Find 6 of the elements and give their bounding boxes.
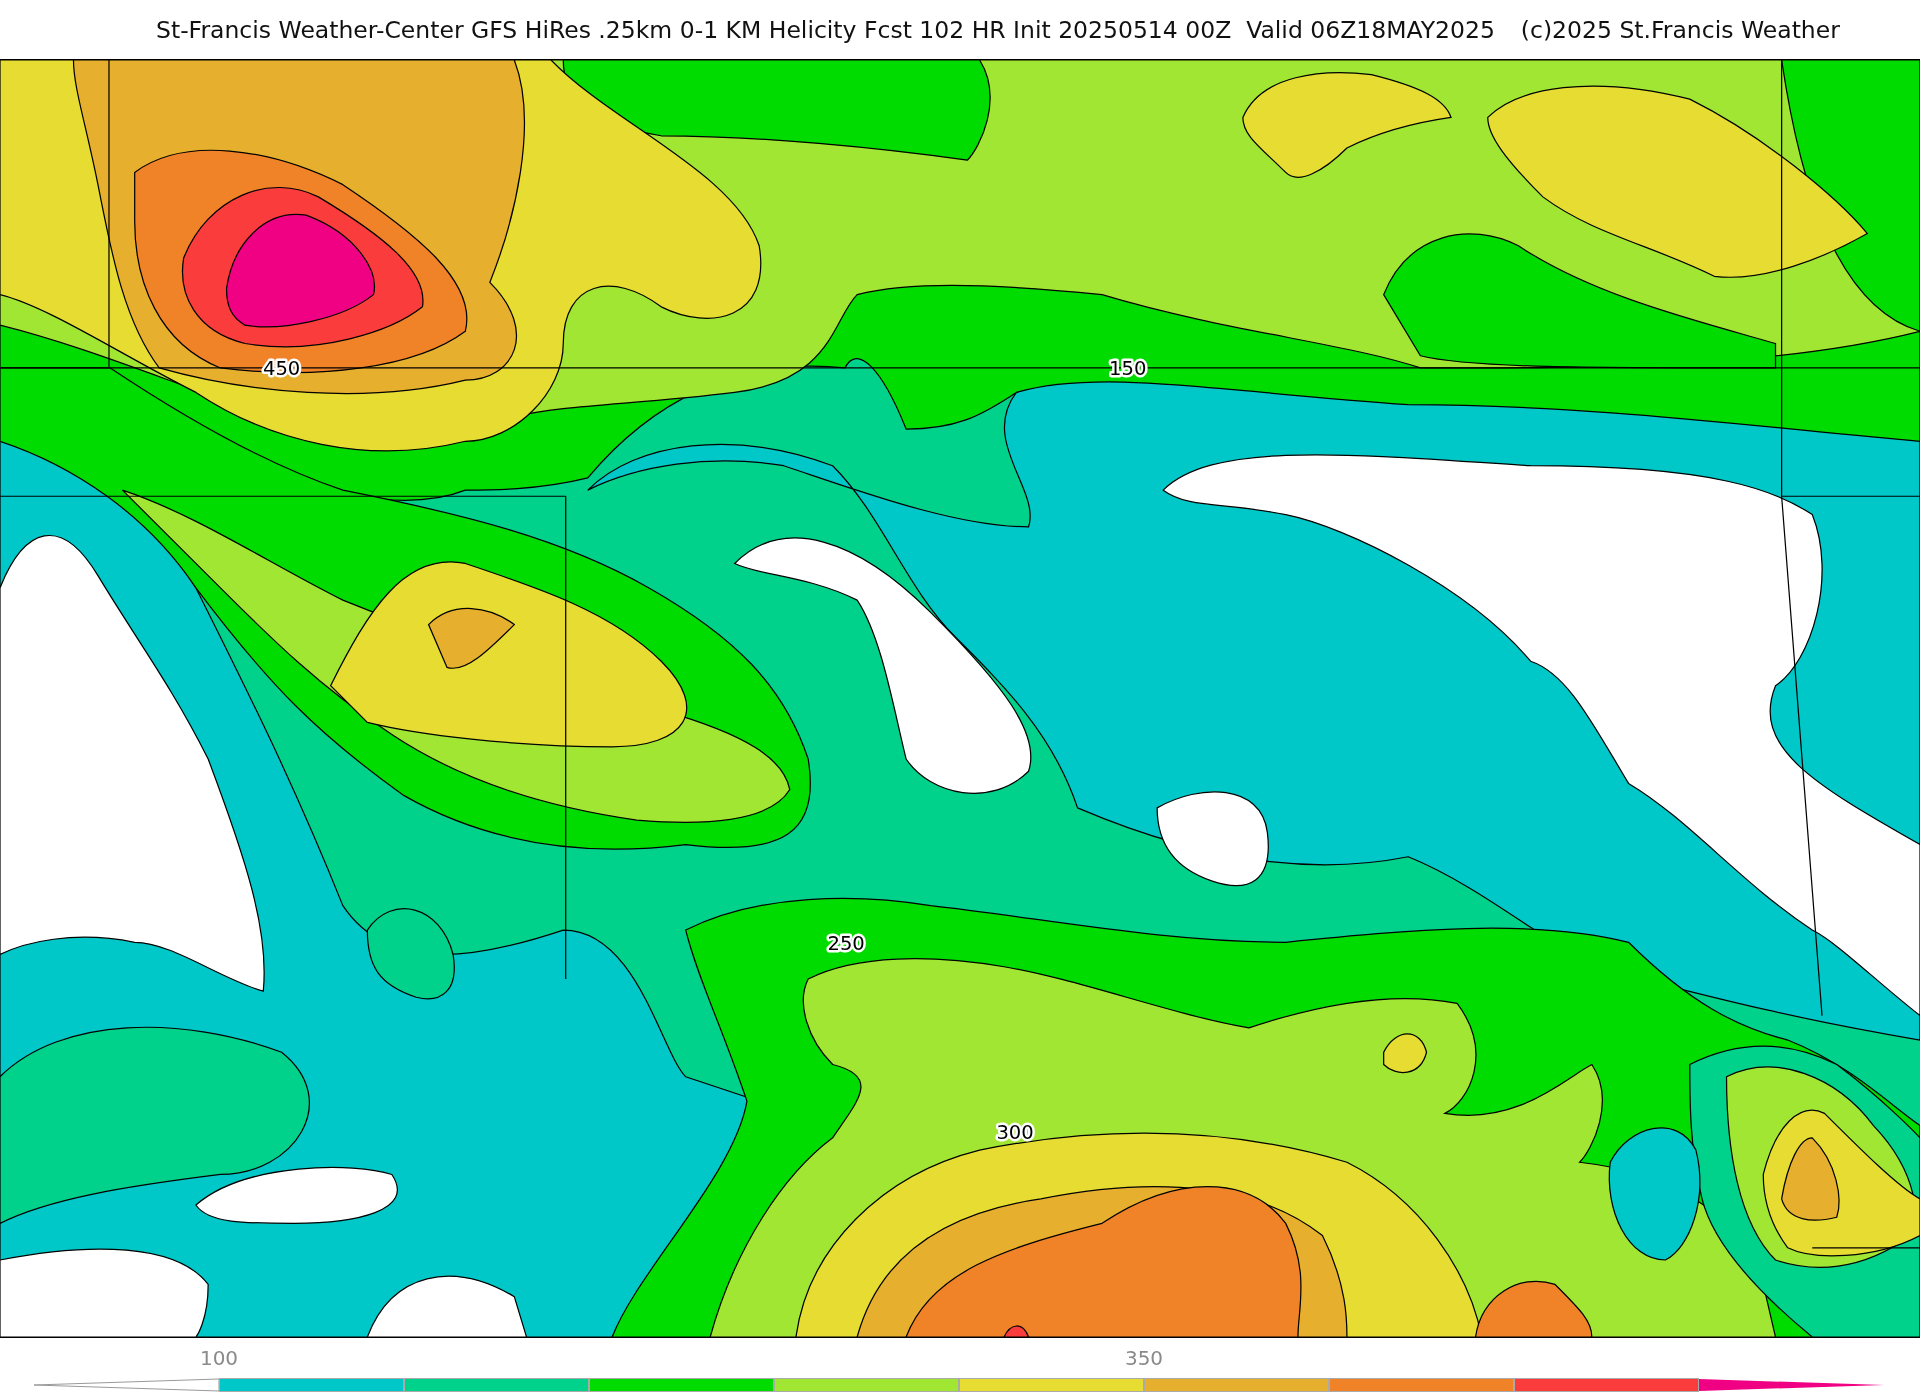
map-title: St-Francis Weather-Center GFS HiRes .25km 0-1 KM Helicity Fcst 102 HR Init 20250514 00Z Valid 06Z18MAY2025 [156, 15, 1495, 44]
copyright-text: (c)2025 St.Francis Weather [1520, 15, 1840, 44]
colorbar-tick-label: 350 [1124, 1346, 1164, 1370]
colorbar-tick-label: 100 [199, 1346, 239, 1370]
contour-label: 300 [996, 1121, 1034, 1145]
contour-label: 250 [827, 931, 865, 955]
